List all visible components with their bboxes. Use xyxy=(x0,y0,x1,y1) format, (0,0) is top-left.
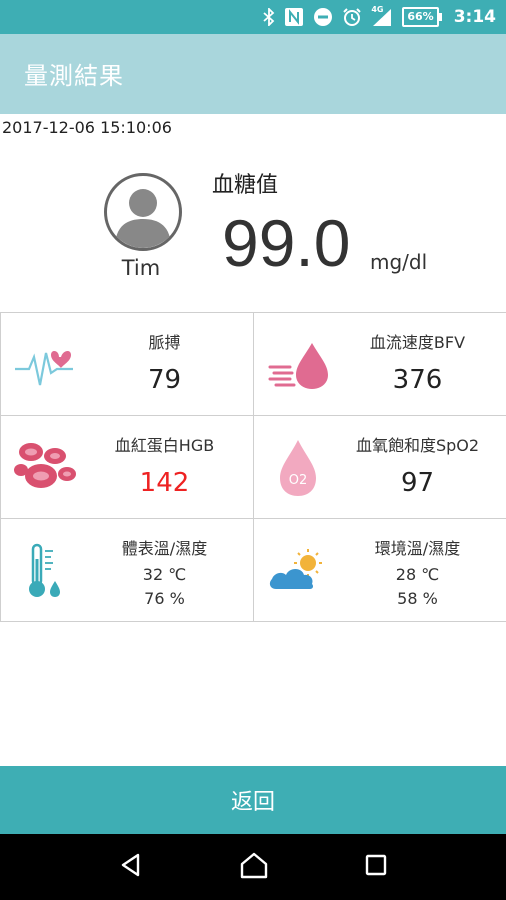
bfv-label: 血流速度BFV xyxy=(369,332,466,352)
measurement-timestamp: 2017-12-06 15:10:06 xyxy=(2,118,172,137)
spo2-label: 血氧飽和度SpO2 xyxy=(355,435,480,455)
body-temperature-value: 32 ℃ xyxy=(142,564,187,584)
red-blood-cells-icon xyxy=(13,438,77,498)
env-temp-card: 環境溫/濕度 28 ℃ 58 % xyxy=(252,517,506,622)
blood-drop-speed-icon xyxy=(266,335,330,395)
back-button[interactable]: 返回 xyxy=(0,766,506,834)
oxygen-drop-icon: O2 xyxy=(266,438,330,498)
bfv-card: 血流速度BFV 376 xyxy=(252,311,506,416)
nav-recents-icon[interactable] xyxy=(364,853,388,881)
glucose-label: 血糖值 xyxy=(212,173,279,198)
body-temp-card: 體表溫/濕度 32 ℃ 76 % xyxy=(0,517,254,622)
status-bar: 4G 66% 3:14 xyxy=(0,0,506,34)
pulse-card: 脈搏 79 xyxy=(0,311,254,416)
network-type-label: 4G xyxy=(371,5,384,14)
user-avatar-icon xyxy=(104,173,182,251)
spo2-card: O2 血氧飽和度SpO2 97 xyxy=(252,414,506,519)
glucose-unit: mg/dl xyxy=(370,250,428,274)
pulse-value: 79 xyxy=(147,364,182,395)
spo2-value: 97 xyxy=(400,467,435,498)
weather-icon xyxy=(266,541,330,601)
bluetooth-icon xyxy=(263,8,275,26)
oxygen-drop-label: O2 xyxy=(288,473,307,488)
env-temp-label: 環境溫/濕度 xyxy=(374,538,461,558)
alarm-icon xyxy=(342,7,362,27)
glucose-value: 99.0 xyxy=(222,206,351,280)
signal-icon: 4G xyxy=(371,5,393,27)
nfc-icon xyxy=(284,7,304,27)
heartbeat-icon xyxy=(13,335,77,395)
status-icons: 4G 66% 3:14 xyxy=(263,0,496,34)
page-title: 量測結果 xyxy=(24,62,124,90)
env-temperature-value: 28 ℃ xyxy=(395,564,440,584)
do-not-disturb-icon xyxy=(313,7,333,27)
thermometer-icon xyxy=(13,541,77,601)
system-nav-bar xyxy=(0,834,506,900)
metrics-grid: 脈搏 79 血流速度BFV 376 血紅蛋白HGB 142 O2 血氧飽和度Sp… xyxy=(0,311,506,622)
nav-home-icon[interactable] xyxy=(239,851,269,883)
body-temp-label: 體表溫/濕度 xyxy=(121,538,208,558)
clock: 3:14 xyxy=(453,7,496,27)
hgb-value: 142 xyxy=(139,467,190,498)
body-humidity-value: 76 % xyxy=(144,588,185,608)
hgb-label: 血紅蛋白HGB xyxy=(114,435,215,455)
app-bar: 量測結果 xyxy=(0,34,506,114)
hgb-card: 血紅蛋白HGB 142 xyxy=(0,414,254,519)
user-name: Tim xyxy=(121,256,161,280)
battery-icon: 66% xyxy=(402,7,443,27)
nav-back-icon[interactable] xyxy=(118,852,144,882)
pulse-label: 脈搏 xyxy=(148,332,181,352)
env-humidity-value: 58 % xyxy=(397,588,438,608)
bfv-value: 376 xyxy=(392,364,443,395)
